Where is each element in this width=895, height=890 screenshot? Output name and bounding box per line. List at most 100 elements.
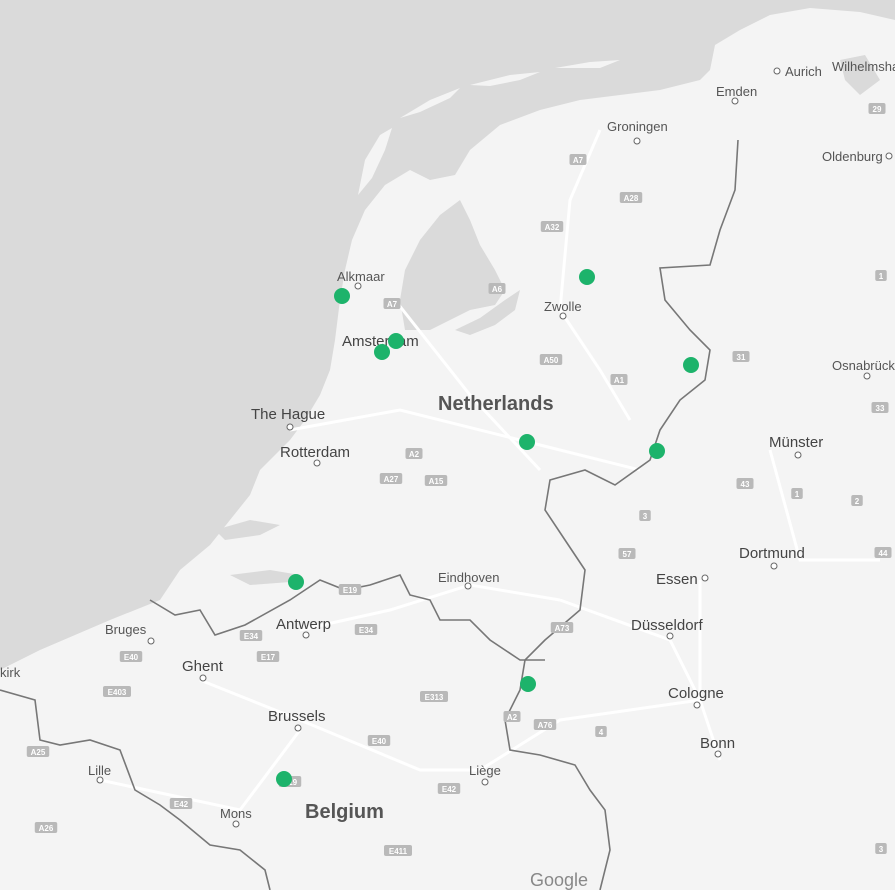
map-marker[interactable] bbox=[683, 357, 699, 373]
road-shield-label: E19 bbox=[343, 586, 358, 595]
road-shield-label: 57 bbox=[623, 550, 632, 559]
country-label-belgium: Belgium bbox=[305, 801, 384, 823]
road-shield: A25 bbox=[26, 746, 50, 757]
road-shield-label: E42 bbox=[442, 785, 457, 794]
road-shield: A27 bbox=[379, 473, 403, 484]
road-shield-label: E42 bbox=[174, 800, 189, 809]
road-shield: E313 bbox=[420, 691, 448, 702]
road-shield-label: A50 bbox=[544, 356, 559, 365]
city-label-dortmund: Dortmund bbox=[739, 545, 805, 562]
city-label-liege: Liège bbox=[469, 763, 501, 778]
map-marker[interactable] bbox=[288, 574, 304, 590]
road-shield: A6 bbox=[488, 283, 506, 294]
road-shield-label: E40 bbox=[124, 653, 139, 662]
road-shield-label: A32 bbox=[545, 223, 560, 232]
map-marker[interactable] bbox=[334, 288, 350, 304]
city-label-osnabruck: Osnabrück bbox=[832, 358, 895, 373]
city-label-oldenburg: Oldenburg bbox=[822, 149, 883, 164]
city-label-the-hague: The Hague bbox=[251, 406, 325, 423]
city-label-aurich: Aurich bbox=[785, 64, 822, 79]
map-canvas[interactable]: Netherlands Belgium Groningen Aurich Wil… bbox=[0, 0, 895, 890]
city-label-bruges: Bruges bbox=[105, 622, 147, 637]
google-logo: Google bbox=[530, 870, 588, 890]
road-shield-label: A2 bbox=[507, 713, 518, 722]
country-label-netherlands: Netherlands bbox=[438, 393, 554, 415]
road-shield-label: A28 bbox=[624, 194, 639, 203]
road-shield: A2 bbox=[503, 711, 521, 722]
road-shield-label: E411 bbox=[389, 847, 408, 856]
road-shield: E411 bbox=[384, 845, 412, 856]
road-shield: 3 bbox=[875, 843, 887, 854]
road-shield: A26 bbox=[34, 822, 58, 833]
city-label-wilhelmshaven: Wilhelmsha bbox=[832, 59, 895, 74]
road-shield-label: 1 bbox=[795, 490, 800, 499]
map-marker[interactable] bbox=[649, 443, 665, 459]
city-label-kirk: kirk bbox=[0, 665, 21, 680]
island bbox=[555, 60, 620, 68]
map-marker[interactable] bbox=[519, 434, 535, 450]
city-label-rotterdam: Rotterdam bbox=[280, 444, 350, 461]
road-shield-label: 31 bbox=[737, 353, 746, 362]
map-marker[interactable] bbox=[374, 344, 390, 360]
road-shield: E40 bbox=[119, 651, 143, 662]
city-label-groningen: Groningen bbox=[607, 119, 668, 134]
road-shield: 33 bbox=[871, 402, 889, 413]
road-shield: A73 bbox=[550, 622, 574, 633]
city-label-bonn: Bonn bbox=[700, 735, 735, 752]
road-shield-label: 29 bbox=[873, 105, 882, 114]
road-shield: A15 bbox=[424, 475, 448, 486]
city-label-mons: Mons bbox=[220, 806, 252, 821]
road-shield: A2 bbox=[405, 448, 423, 459]
road-shield-label: A76 bbox=[538, 721, 553, 730]
road-shield-label: A6 bbox=[492, 285, 503, 294]
city-label-lille: Lille bbox=[88, 763, 111, 778]
road-shield: E34 bbox=[239, 630, 263, 641]
road-shield: 44 bbox=[874, 547, 892, 558]
city-label-zwolle: Zwolle bbox=[544, 299, 582, 314]
road-shield-label: A15 bbox=[429, 477, 444, 486]
road-shield: A7 bbox=[383, 298, 401, 309]
map-marker[interactable] bbox=[388, 333, 404, 349]
road-shield-label: 1 bbox=[879, 272, 884, 281]
road-shield: E17 bbox=[256, 651, 280, 662]
road-shield-label: 3 bbox=[643, 512, 648, 521]
road-shield-label: A27 bbox=[384, 475, 399, 484]
road-shield-label: E34 bbox=[359, 626, 374, 635]
road-shield-label: 43 bbox=[741, 480, 750, 489]
road-shield: A32 bbox=[540, 221, 564, 232]
road-shield: 4 bbox=[595, 726, 607, 737]
island bbox=[400, 88, 460, 118]
road-shield: 29 bbox=[868, 103, 886, 114]
road-shield-label: A73 bbox=[555, 624, 570, 633]
road-shield: E19 bbox=[338, 584, 362, 595]
map-marker[interactable] bbox=[520, 676, 536, 692]
road-shield: A28 bbox=[619, 192, 643, 203]
road-shield-label: E403 bbox=[108, 688, 127, 697]
road-shield: 2 bbox=[851, 495, 863, 506]
city-label-munster: Münster bbox=[769, 434, 823, 451]
road-shield-label: E17 bbox=[261, 653, 276, 662]
road-shield: A50 bbox=[539, 354, 563, 365]
road-shield-label: A1 bbox=[614, 376, 625, 385]
city-label-dusseldorf: Düsseldorf bbox=[631, 617, 704, 634]
road-shield-label: 44 bbox=[879, 549, 888, 558]
city-label-emden: Emden bbox=[716, 84, 757, 99]
road-shield: A1 bbox=[610, 374, 628, 385]
road-shield: E403 bbox=[103, 686, 131, 697]
road-shield: 31 bbox=[732, 351, 750, 362]
road-shield-label: E34 bbox=[244, 632, 259, 641]
city-label-cologne: Cologne bbox=[668, 685, 724, 702]
road-shield: E42 bbox=[169, 798, 193, 809]
road-shield: A7 bbox=[569, 154, 587, 165]
road-shield-label: A2 bbox=[409, 450, 420, 459]
road-shield: E42 bbox=[437, 783, 461, 794]
land bbox=[0, 8, 895, 890]
road-shield: 3 bbox=[639, 510, 651, 521]
city-label-brussels: Brussels bbox=[268, 708, 326, 725]
road-shield: E40 bbox=[367, 735, 391, 746]
map-marker[interactable] bbox=[276, 771, 292, 787]
road-shield: 1 bbox=[791, 488, 803, 499]
map-marker[interactable] bbox=[579, 269, 595, 285]
road-shield-label: 3 bbox=[879, 845, 884, 854]
road-shield: 1 bbox=[875, 270, 887, 281]
